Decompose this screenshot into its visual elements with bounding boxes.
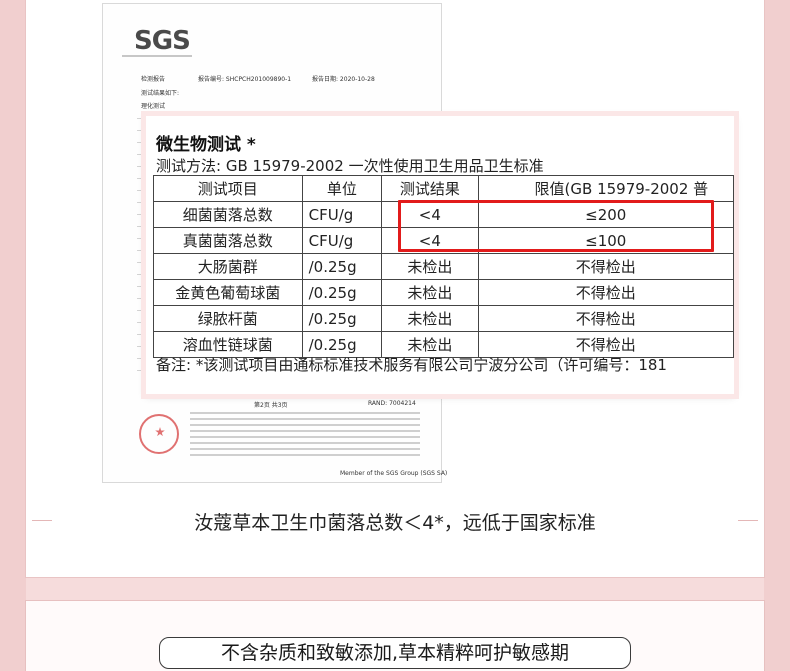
sgs-logo: SGS <box>134 26 191 56</box>
rand-number: RAND: 7004214 <box>368 400 416 407</box>
cell-result: 未检出 <box>381 253 479 280</box>
result-caption: 汝蔻草本卫生巾菌落总数＜4*，远低于国家标准 <box>194 512 596 534</box>
report-number: 报告编号: SHCPCH201009890-1 <box>198 76 292 83</box>
cell-unit: /0.25g <box>301 305 383 332</box>
cell-item: 细菌菌落总数 <box>153 201 303 228</box>
fine-print-lines <box>190 412 420 460</box>
zoom-title: 微生物测试 * <box>156 135 256 155</box>
header-unit: 单位 <box>301 175 383 202</box>
right-margin <box>764 0 790 671</box>
logo-underline <box>122 55 192 57</box>
header-item: 测试项目 <box>153 175 303 202</box>
table-row: 金黄色葡萄球菌 /0.25g 未检出 不得检出 <box>153 279 734 306</box>
cell-result: 未检出 <box>381 305 479 332</box>
cell-item: 绿脓杆菌 <box>153 305 303 332</box>
microbial-test-zoom: 微生物测试 * 测试方法: GB 15979-2002 一次性使用卫生用品卫生标… <box>146 116 734 394</box>
cell-limit: 不得检出 <box>477 305 734 332</box>
sgs-member-note: Member of the SGS Group (SGS SA) <box>340 470 448 477</box>
cell-item: 金黄色葡萄球菌 <box>153 279 303 306</box>
cell-unit: CFU/g <box>301 227 383 254</box>
cell-unit: /0.25g <box>301 279 383 306</box>
left-margin <box>0 0 26 671</box>
header-limit: 限值(GB 15979-2002 普 <box>477 175 734 202</box>
table-row: 大肠菌群 /0.25g 未检出 不得检出 <box>153 253 734 280</box>
report-date: 报告日期: 2020-10-28 <box>312 76 375 83</box>
results-heading: 测试结果如下: <box>141 90 180 97</box>
page-footer: 第2页 共3页 <box>254 402 288 409</box>
cell-limit: 不得检出 <box>477 253 734 280</box>
table-row: 绿脓杆菌 /0.25g 未检出 不得检出 <box>153 305 734 332</box>
header-result: 测试结果 <box>381 175 479 202</box>
phys-heading: 理化测试 <box>141 103 166 110</box>
cell-unit: CFU/g <box>301 201 383 228</box>
zoom-remark: 备注: *该测试项目由通标标准技术服务有限公司宁波分公司（许可编号：181 <box>156 356 667 374</box>
report-label: 检测报告 <box>141 76 166 83</box>
table-header-row: 测试项目 单位 测试结果 限值(GB 15979-2002 普 <box>153 175 734 202</box>
cell-result: 未检出 <box>381 279 479 306</box>
cell-unit: /0.25g <box>301 253 383 280</box>
zoom-method: 测试方法: GB 15979-2002 一次性使用卫生用品卫生标准 <box>156 157 544 175</box>
cell-item: 真菌菌落总数 <box>153 227 303 254</box>
section-banner: 不含杂质和致敏添加,草本精粹呵护敏感期 <box>159 637 631 669</box>
cell-item: 大肠菌群 <box>153 253 303 280</box>
red-seal-stamp <box>139 414 179 454</box>
highlight-box <box>398 200 714 252</box>
cell-limit: 不得检出 <box>477 279 734 306</box>
